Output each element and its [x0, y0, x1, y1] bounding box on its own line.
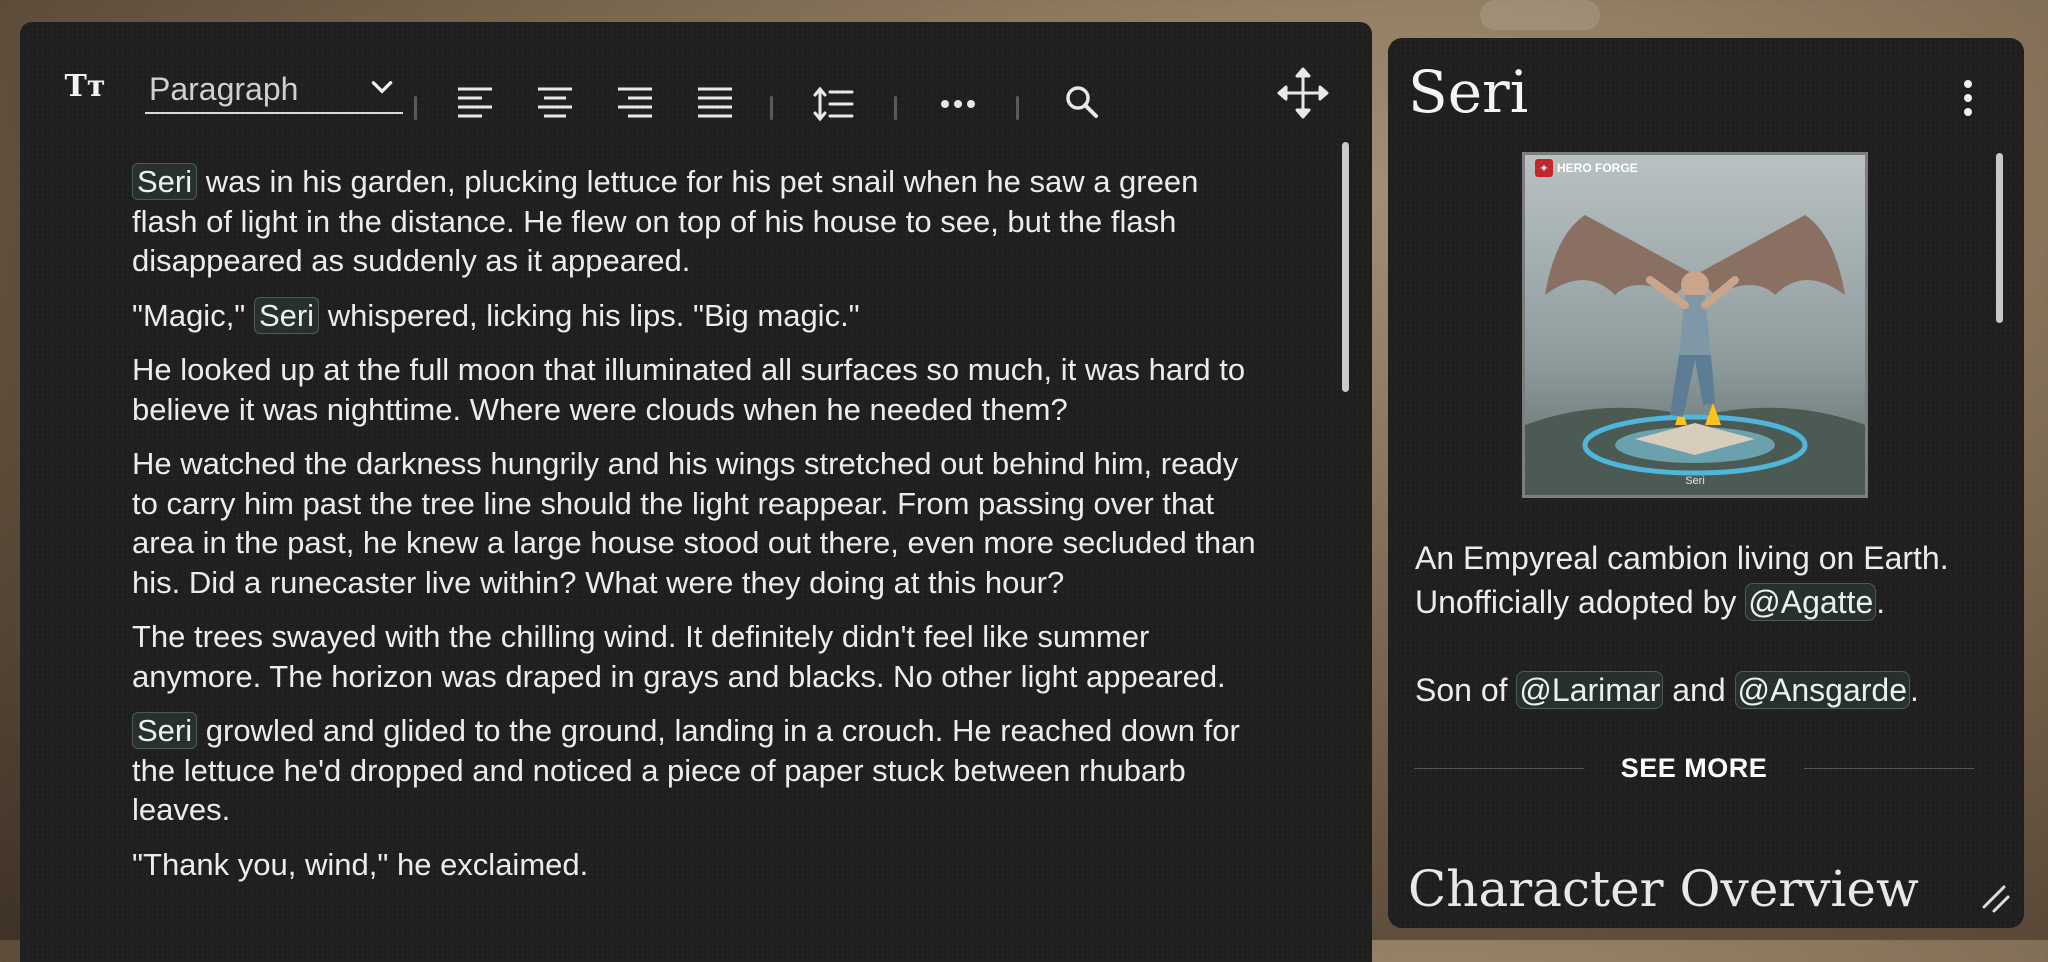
- editor-scrollbar[interactable]: [1342, 142, 1349, 392]
- portrait-illustration: [1525, 155, 1865, 495]
- story-paragraph: He watched the darkness hungrily and his…: [132, 446, 1256, 600]
- mention-seri[interactable]: Seri: [132, 712, 198, 749]
- story-paragraph: The trees swayed with the chilling wind.…: [132, 619, 1226, 694]
- story-paragraph: "Magic," Seri whispered, licking his lip…: [132, 296, 860, 334]
- story-paragraph: Seri was in his garden, plucking lettuce…: [132, 163, 1199, 278]
- toolbar-separator: [770, 96, 773, 120]
- story-paragraph: He looked up at the full moon that illum…: [132, 352, 1246, 427]
- mention-seri[interactable]: Seri: [253, 296, 320, 334]
- portrait-caption: Seri: [1685, 475, 1705, 487]
- chevron-down-icon: [371, 81, 393, 94]
- background-decoration: [1480, 0, 1600, 30]
- align-right-icon[interactable]: [616, 86, 654, 122]
- paragraph-style-label: Paragraph: [149, 70, 299, 107]
- toolbar-separator: [1016, 96, 1019, 120]
- line-height-icon[interactable]: [812, 86, 854, 122]
- divider: [1804, 768, 1974, 769]
- text-size-icon[interactable]: Tт: [62, 66, 108, 106]
- toolbar-separator: [894, 96, 897, 120]
- character-bio: An Empyreal cambion living on Earth. Uno…: [1415, 536, 1995, 712]
- mention-larimar[interactable]: @Larimar: [1516, 671, 1664, 709]
- story-paragraph: Seri growled and glided to the ground, l…: [132, 712, 1240, 827]
- mention-seri[interactable]: Seri: [132, 163, 198, 200]
- align-justify-icon[interactable]: [696, 86, 734, 122]
- mention-agatte[interactable]: @Agatte: [1745, 583, 1877, 621]
- character-title: Seri: [1408, 58, 1529, 126]
- story-text[interactable]: Seri was in his garden, plucking lettuce…: [132, 162, 1262, 899]
- hero-forge-mark-icon: ✦: [1535, 159, 1553, 177]
- toolbar-separator: [414, 96, 417, 120]
- bio-line: Son of @Larimar and @Ansgarde.: [1415, 671, 1919, 709]
- section-heading: Character Overview: [1408, 860, 1919, 910]
- kebab-menu-icon[interactable]: [1961, 80, 1975, 120]
- editor-toolbar: Tт Paragraph: [20, 22, 1372, 152]
- search-icon[interactable]: [1064, 84, 1100, 120]
- hero-forge-logo: ✦ HERO FORGE: [1535, 159, 1638, 177]
- resize-handle-icon[interactable]: [1980, 883, 2014, 917]
- bio-line: An Empyreal cambion living on Earth.: [1415, 540, 1949, 576]
- see-more-button[interactable]: SEE MORE: [1584, 748, 1804, 788]
- paragraph-style-select[interactable]: Paragraph: [145, 66, 403, 114]
- character-portrait: ✦ HERO FORGE Seri: [1522, 152, 1868, 498]
- align-left-icon[interactable]: [456, 86, 494, 122]
- character-panel: Seri ✦ HERO FORGE Seri An Empyreal cambi…: [1388, 38, 2024, 928]
- story-paragraph: "Thank you, wind," he exclaimed.: [132, 846, 589, 882]
- mention-ansgarde[interactable]: @Ansgarde: [1734, 671, 1910, 709]
- more-options-icon[interactable]: [940, 98, 976, 110]
- panel-scrollbar[interactable]: [1996, 153, 2003, 323]
- divider: [1414, 768, 1584, 769]
- bio-line: Unofficially adopted by @Agatte.: [1415, 583, 1886, 621]
- move-icon[interactable]: [1276, 66, 1330, 120]
- see-more-row: SEE MORE: [1414, 748, 1974, 788]
- editor-panel: Tт Paragraph Seri was in his garden, plu…: [20, 22, 1372, 962]
- align-center-icon[interactable]: [536, 86, 574, 122]
